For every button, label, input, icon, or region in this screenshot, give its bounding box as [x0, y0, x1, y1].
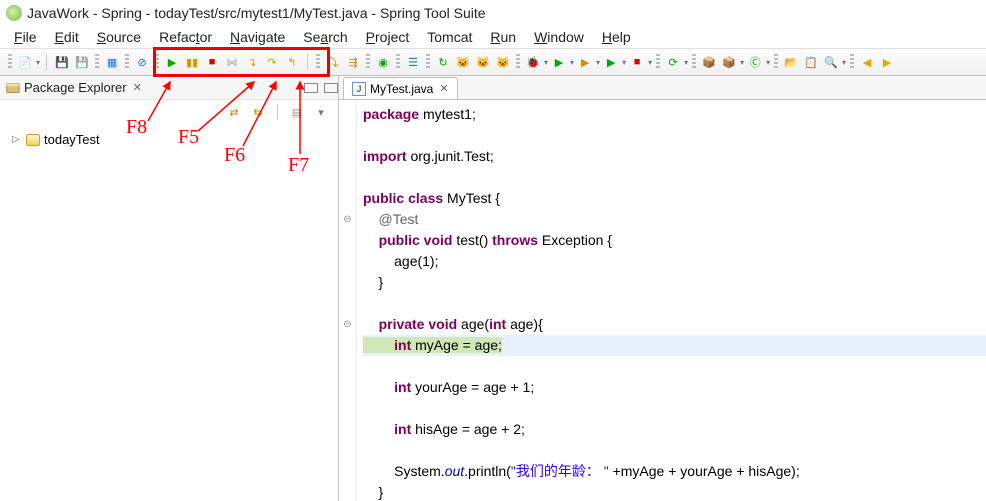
- editor-tab[interactable]: J MyTest.java ✕: [343, 77, 458, 99]
- menu-project[interactable]: Project: [358, 27, 418, 47]
- java-file-icon: J: [352, 82, 366, 96]
- save-all-button[interactable]: 💾: [73, 53, 91, 71]
- package-explorer-header: Package Explorer ✕: [0, 76, 338, 100]
- package-tree: ▷ todayTest: [0, 124, 338, 155]
- coverage-button[interactable]: ▶: [602, 53, 620, 71]
- tomcat-restart-button[interactable]: 🐱: [494, 53, 512, 71]
- menu-navigate[interactable]: Navigate: [222, 27, 293, 47]
- view-menu-icon[interactable]: ▾: [312, 103, 330, 121]
- project-folder-icon: [26, 134, 40, 146]
- package-explorer-title: Package Explorer: [24, 80, 127, 95]
- suspend-button[interactable]: ▮▮: [183, 53, 201, 71]
- tomcat-stop-button[interactable]: 🐱: [474, 53, 492, 71]
- open-task-button[interactable]: 📋: [802, 53, 820, 71]
- spring-button[interactable]: ◉: [374, 53, 392, 71]
- search-button[interactable]: 🔍: [822, 53, 840, 71]
- code-content[interactable]: package mytest1; import org.junit.Test; …: [357, 100, 986, 501]
- save-button[interactable]: 💾: [53, 53, 71, 71]
- toolbar-grip: [8, 54, 12, 70]
- project-node[interactable]: ▷ todayTest: [4, 130, 334, 149]
- package-explorer-panel: Package Explorer ✕ ⇄ ⇆ ▤ ▾ ▷ todayTest: [0, 76, 339, 501]
- menu-window[interactable]: Window: [526, 27, 592, 47]
- app-icon: [6, 5, 22, 21]
- step-return-button[interactable]: ↰: [283, 53, 301, 71]
- new-button[interactable]: 📄: [16, 53, 34, 71]
- tomcat-start-button[interactable]: 🐱: [454, 53, 472, 71]
- collapse-all-icon[interactable]: ⇄: [225, 103, 243, 121]
- menu-refactor[interactable]: Refactor: [151, 27, 220, 47]
- step-over-button[interactable]: ↷: [263, 53, 281, 71]
- editor-tabs: J MyTest.java ✕: [339, 76, 986, 100]
- editor-tab-label: MyTest.java: [370, 82, 433, 96]
- project-label: todayTest: [44, 132, 100, 147]
- stop-button[interactable]: ■: [628, 53, 646, 71]
- step-into-button[interactable]: ↴: [243, 53, 261, 71]
- link-editor-icon[interactable]: ⇆: [249, 103, 267, 121]
- new-class-button[interactable]: Ⓒ: [746, 53, 764, 71]
- skip-breakpoints-button[interactable]: ⊘: [133, 53, 151, 71]
- code-area[interactable]: ⊖⊖ package mytest1; import org.junit.Tes…: [339, 100, 986, 501]
- disconnect-button[interactable]: ⋈: [223, 53, 241, 71]
- menu-file[interactable]: File: [6, 27, 45, 47]
- open-type-button[interactable]: 📂: [782, 53, 800, 71]
- expand-caret-icon[interactable]: ▷: [12, 134, 22, 145]
- minimize-icon[interactable]: [304, 83, 318, 93]
- titlebar: JavaWork - Spring - todayTest/src/mytest…: [0, 0, 986, 26]
- back-button[interactable]: ◀: [858, 53, 876, 71]
- debug-button[interactable]: 🐞: [524, 53, 542, 71]
- maximize-icon[interactable]: [324, 83, 338, 93]
- close-icon[interactable]: ✕: [133, 81, 142, 94]
- forward-button[interactable]: ▶: [878, 53, 896, 71]
- toggle-button[interactable]: ▦: [103, 53, 121, 71]
- relaunch-button[interactable]: ⟳: [664, 53, 682, 71]
- focus-icon[interactable]: ▤: [288, 103, 306, 121]
- step-filter-button[interactable]: ⇶: [344, 53, 362, 71]
- package-explorer-icon: [6, 81, 20, 95]
- menu-run[interactable]: Run: [482, 27, 524, 47]
- tab-close-icon[interactable]: ✕: [439, 82, 448, 95]
- drop-frame-button[interactable]: ⤵: [324, 53, 342, 71]
- code-gutter: ⊖⊖: [339, 100, 357, 501]
- menu-search[interactable]: Search: [295, 27, 355, 47]
- menu-edit[interactable]: Edit: [47, 27, 87, 47]
- editor-panel: J MyTest.java ✕ ⊖⊖ package mytest1; impo…: [339, 76, 986, 501]
- package-explorer-toolbar: ⇄ ⇆ ▤ ▾: [0, 100, 338, 124]
- main-area: Package Explorer ✕ ⇄ ⇆ ▤ ▾ ▷ todayTest J…: [0, 76, 986, 501]
- menu-source[interactable]: Source: [89, 27, 149, 47]
- toolbar: 📄▾ 💾 💾 ▦ ⊘ ▶ ▮▮ ■ ⋈ ↴ ↷ ↰ ⤵ ⇶ ◉ ☰ ↻ 🐱 🐱 …: [0, 48, 986, 76]
- run-last-button[interactable]: ▶: [576, 53, 594, 71]
- window-title: JavaWork - Spring - todayTest/src/mytest…: [27, 5, 486, 21]
- refresh-button[interactable]: ↻: [434, 53, 452, 71]
- menubar: FileEditSourceRefactorNavigateSearchProj…: [0, 26, 986, 48]
- resume-button[interactable]: ▶: [163, 53, 181, 71]
- run-button[interactable]: ▶: [550, 53, 568, 71]
- list-button[interactable]: ☰: [404, 53, 422, 71]
- new-package-button[interactable]: 📦: [700, 53, 718, 71]
- menu-tomcat[interactable]: Tomcat: [419, 27, 480, 47]
- new-type-button[interactable]: 📦: [720, 53, 738, 71]
- menu-help[interactable]: Help: [594, 27, 639, 47]
- terminate-button[interactable]: ■: [203, 53, 221, 71]
